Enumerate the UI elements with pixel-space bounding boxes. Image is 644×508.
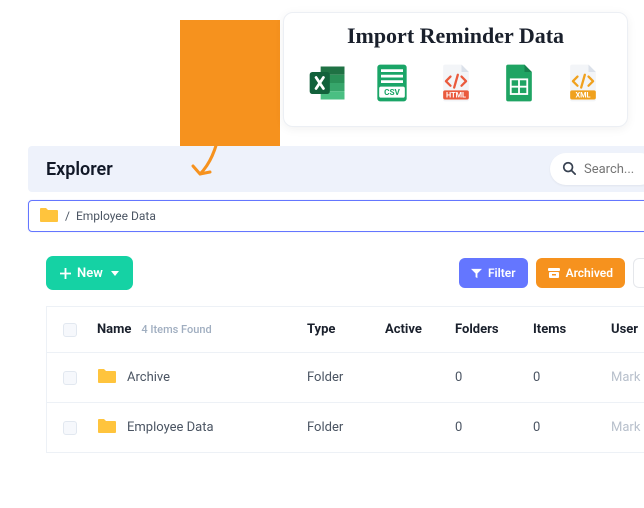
callout-arrow (190, 128, 226, 192)
archived-button-label: Archived (566, 266, 613, 280)
files-table: Name 4 Items Found Type Active Folders I… (46, 306, 644, 453)
import-callout: Import Reminder Data CSV (283, 12, 628, 127)
name-dropdown[interactable]: Na (633, 258, 644, 288)
row-checkbox[interactable] (63, 371, 77, 385)
import-callout-title: Import Reminder Data (302, 23, 609, 49)
search-input[interactable] (584, 162, 644, 177)
col-active[interactable]: Active (385, 322, 455, 337)
cell-name: Archive (127, 370, 170, 385)
cell-folders: 0 (455, 370, 533, 385)
filter-icon (471, 268, 482, 279)
html-icon[interactable]: HTML (434, 61, 478, 109)
row-checkbox[interactable] (63, 421, 77, 435)
select-all-checkbox[interactable] (63, 323, 77, 337)
cell-user: Mark (611, 370, 644, 385)
items-found: 4 Items Found (141, 323, 211, 336)
col-user[interactable]: User (611, 322, 644, 337)
gsheet-icon[interactable] (497, 61, 541, 109)
table-row[interactable]: Archive Folder 0 0 Mark (47, 352, 644, 402)
cell-items: 0 (533, 420, 611, 435)
header-bar: Explorer (28, 146, 644, 192)
toolbar: New Filter Archived Na (46, 256, 644, 290)
import-callout-icons: CSV HTML (302, 61, 609, 109)
breadcrumb[interactable]: / Employee Data (28, 200, 644, 232)
col-items[interactable]: Items (533, 322, 611, 337)
table-row[interactable]: Employee Data Folder 0 0 Mark (47, 402, 644, 452)
table-header: Name 4 Items Found Type Active Folders I… (47, 306, 644, 352)
page-title: Explorer (46, 159, 113, 180)
cell-name: Employee Data (127, 420, 214, 435)
archive-icon (548, 267, 560, 279)
archived-button[interactable]: Archived (536, 258, 625, 288)
svg-text:XML: XML (575, 91, 590, 100)
folder-icon (39, 207, 59, 226)
cell-type: Folder (307, 370, 385, 385)
csv-icon[interactable]: CSV (370, 61, 414, 109)
search-icon (562, 160, 576, 179)
cell-type: Folder (307, 420, 385, 435)
chevron-down-icon (111, 271, 119, 276)
filter-button[interactable]: Filter (459, 258, 528, 288)
cell-folders: 0 (455, 420, 533, 435)
search-box[interactable] (550, 153, 644, 185)
xml-icon[interactable]: XML (561, 61, 605, 109)
new-button[interactable]: New (46, 256, 133, 290)
new-button-label: New (77, 266, 103, 281)
filter-button-label: Filter (488, 266, 516, 280)
col-name[interactable]: Name (97, 322, 131, 337)
col-type[interactable]: Type (307, 322, 385, 337)
svg-text:HTML: HTML (446, 91, 466, 100)
breadcrumb-sep: / (65, 209, 70, 223)
breadcrumb-current: Employee Data (76, 209, 156, 223)
folder-icon (97, 418, 117, 438)
plus-icon (60, 268, 71, 279)
svg-text:CSV: CSV (384, 88, 400, 98)
cell-items: 0 (533, 370, 611, 385)
folder-icon (97, 368, 117, 388)
cell-user: Mark (611, 420, 644, 435)
col-folders[interactable]: Folders (455, 322, 533, 337)
excel-icon[interactable] (306, 61, 350, 109)
